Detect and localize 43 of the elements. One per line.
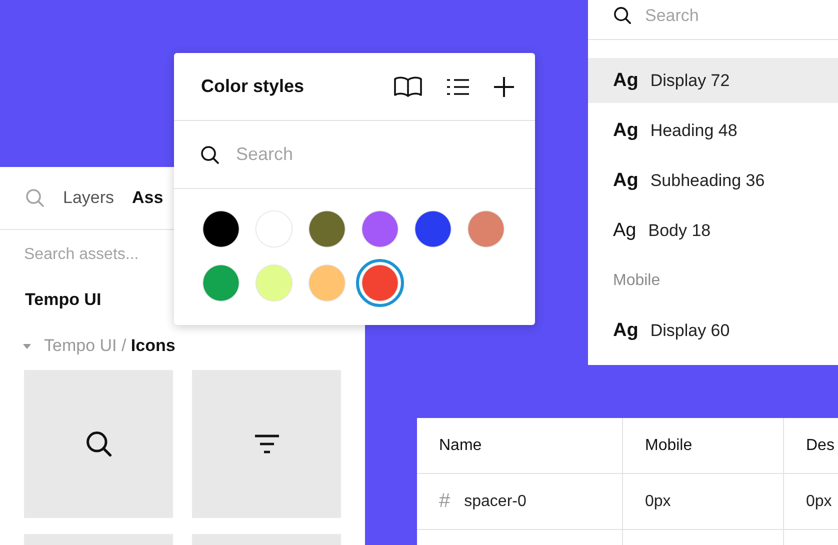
section-label: Mobile [613,272,660,290]
icon-tile[interactable] [24,370,173,518]
group-title[interactable]: Tempo UI / Icons [44,336,176,356]
style-name: Display 72 [650,70,730,90]
book-icon [393,76,423,98]
search-icon [84,430,112,458]
search-icon [25,188,45,208]
style-name: Body 18 [648,220,711,240]
hash-icon: # [439,490,450,513]
book-button[interactable] [393,76,423,98]
style-name: Display 60 [650,320,730,340]
style-name: Subheading 36 [650,170,765,190]
popup-title: Color styles [201,76,306,97]
table-cell: spacer-0 [464,492,526,510]
search-icon [200,144,220,164]
panel-tab[interactable]: Layers [63,188,114,208]
column-header: Des [806,436,834,454]
panel-tab[interactable]: Ass [132,188,164,208]
list-icon [447,78,469,96]
text-style-item[interactable]: Ag Display 60 [588,308,838,353]
style-name: Heading 48 [650,120,738,140]
column-header: Mobile [645,436,692,454]
type-sample: Ag [613,220,636,242]
list-button[interactable] [447,78,469,96]
filter-icon [254,434,280,454]
type-sample: Ag [613,320,638,342]
column-header: Name [439,436,482,454]
icon-tile[interactable] [192,370,341,518]
text-style-item[interactable]: Ag Display 72 [588,58,838,103]
color-swatch[interactable] [356,259,404,307]
text-style-item[interactable]: Ag Subheading 36 [588,158,838,203]
library-title: Tempo UI [25,290,102,310]
text-style-item[interactable]: Ag Body 18 [588,208,838,253]
plus-icon [493,76,515,98]
table-cell: 0px [806,492,832,510]
search-icon [613,6,632,25]
type-sample: Ag [613,70,638,92]
text-style-item[interactable]: Ag Heading 48 [588,108,838,153]
type-sample: Ag [613,120,638,142]
table-cell: 0px [645,492,671,510]
add-button[interactable] [493,76,515,98]
caret-icon[interactable] [22,341,32,351]
type-sample: Ag [613,170,638,192]
